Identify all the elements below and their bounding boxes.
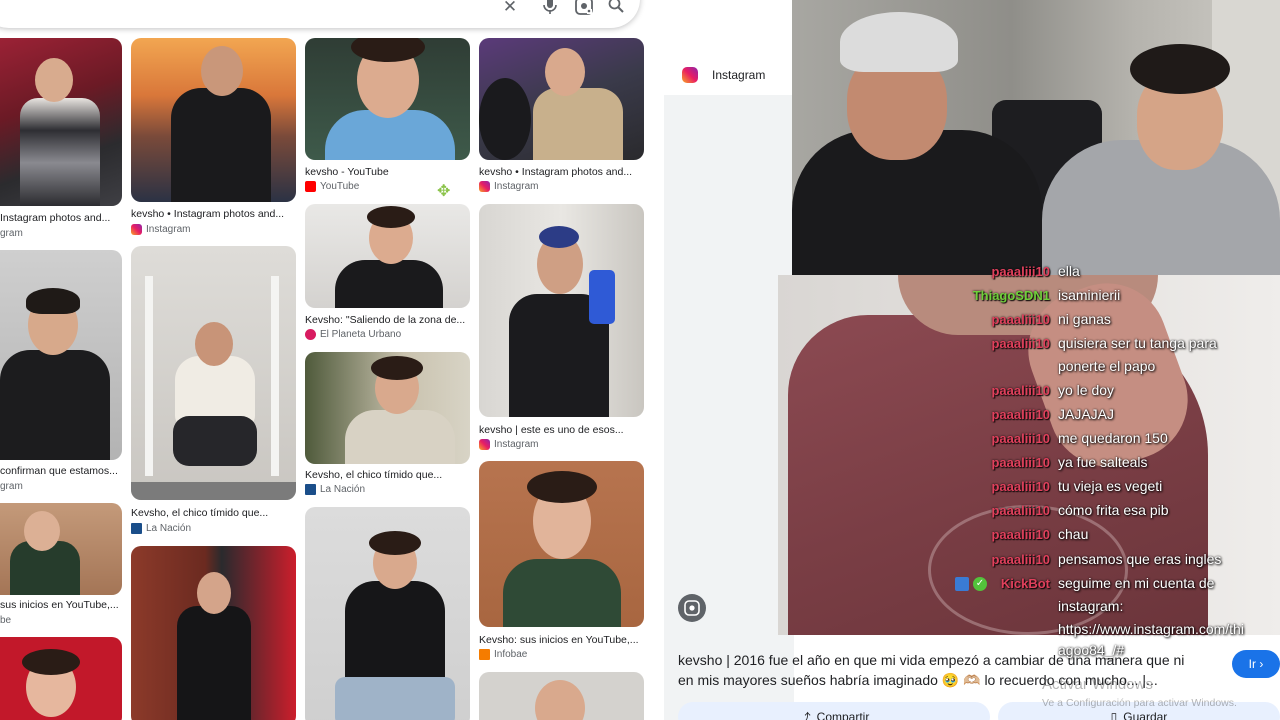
move-cursor-icon: ✥ bbox=[437, 183, 451, 200]
close-icon[interactable]: ✕ bbox=[500, 0, 520, 17]
instagram-icon bbox=[682, 67, 698, 83]
instagram-favicon-icon bbox=[479, 181, 490, 192]
result-thumbnail[interactable] bbox=[305, 38, 470, 160]
preview-image[interactable] bbox=[778, 275, 1280, 635]
result-source: gram bbox=[0, 228, 23, 239]
share-label: Compartir bbox=[816, 710, 870, 720]
result-source-label: be bbox=[0, 615, 12, 626]
preview-source-header[interactable]: Instagram bbox=[664, 55, 792, 95]
result-source-label: Instagram bbox=[146, 224, 191, 235]
result-source: La Nación bbox=[131, 523, 191, 534]
result-source-label: El Planeta Urbano bbox=[320, 329, 402, 340]
webcam-overlay bbox=[792, 0, 1280, 275]
result-source-label: gram bbox=[0, 228, 23, 239]
la-nacion-favicon-icon bbox=[131, 523, 142, 534]
bookmark-icon: ▯ bbox=[1110, 710, 1118, 720]
result-thumbnail[interactable] bbox=[0, 503, 122, 595]
result-source: YouTube bbox=[305, 181, 359, 192]
result-source: gram bbox=[0, 481, 23, 492]
result-caption[interactable]: confirman que estamos... bbox=[0, 465, 120, 477]
youtube-favicon-icon bbox=[305, 181, 316, 192]
result-source-label: Instagram bbox=[494, 181, 539, 192]
result-source: El Planeta Urbano bbox=[305, 329, 401, 340]
result-source-label: YouTube bbox=[320, 181, 360, 192]
windows-activation-subtitle: Ve a Configuración para activar Windows. bbox=[1042, 697, 1237, 709]
infobae-favicon-icon bbox=[479, 649, 490, 660]
result-thumbnail[interactable] bbox=[131, 246, 296, 500]
result-thumbnail[interactable] bbox=[479, 672, 644, 720]
result-thumbnail[interactable] bbox=[305, 507, 470, 720]
result-thumbnail[interactable] bbox=[0, 38, 122, 206]
save-label: Guardar bbox=[1123, 710, 1168, 720]
search-icon[interactable] bbox=[606, 0, 626, 17]
result-caption[interactable]: kevsho | este es uno de esos... bbox=[479, 424, 639, 436]
result-source-label: gram bbox=[0, 481, 23, 492]
result-source: Instagram bbox=[479, 439, 538, 450]
lens-icon[interactable] bbox=[574, 0, 594, 17]
result-caption[interactable]: kevsho • Instagram photos and... bbox=[479, 166, 639, 178]
result-thumbnail[interactable] bbox=[305, 204, 470, 308]
result-caption[interactable]: Kevsho, el chico tímido que... bbox=[305, 469, 465, 481]
result-source: Infobae bbox=[479, 649, 527, 660]
result-caption[interactable]: kevsho - YouTube bbox=[305, 166, 465, 178]
result-caption[interactable]: Kevsho, el chico tímido que... bbox=[131, 507, 291, 519]
result-thumbnail[interactable] bbox=[479, 38, 644, 160]
image-results-grid: Instagram photos and... gram confirman q… bbox=[0, 0, 660, 720]
result-thumbnail[interactable] bbox=[131, 546, 296, 720]
la-nacion-favicon-icon bbox=[305, 484, 316, 495]
result-thumbnail[interactable] bbox=[0, 637, 122, 720]
result-source-label: Instagram bbox=[494, 439, 539, 450]
result-source-label: Infobae bbox=[494, 649, 528, 660]
share-icon: ⤴ bbox=[798, 710, 811, 720]
result-thumbnail[interactable] bbox=[479, 204, 644, 417]
result-source: Instagram bbox=[131, 224, 190, 235]
result-source: La Nación bbox=[305, 484, 365, 495]
result-thumbnail[interactable] bbox=[479, 461, 644, 627]
result-caption[interactable]: Instagram photos and... bbox=[0, 212, 120, 224]
result-thumbnail[interactable] bbox=[131, 38, 296, 202]
result-source: be bbox=[0, 615, 11, 626]
planeta-urbano-favicon-icon bbox=[305, 329, 316, 340]
result-source-label: La Nación bbox=[320, 484, 366, 495]
result-caption[interactable]: Kevsho: "Saliendo de la zona de... bbox=[305, 314, 470, 326]
result-caption[interactable]: Kevsho: sus inicios en YouTube,... bbox=[479, 634, 644, 646]
result-source: Instagram bbox=[479, 181, 538, 192]
result-source-label: La Nación bbox=[146, 523, 192, 534]
result-caption[interactable]: kevsho • Instagram photos and... bbox=[131, 208, 291, 220]
visit-button[interactable]: Ir › bbox=[1232, 650, 1280, 678]
instagram-favicon-icon bbox=[131, 224, 142, 235]
instagram-favicon-icon bbox=[479, 439, 490, 450]
windows-activation-title: Activar Windows bbox=[1042, 676, 1153, 693]
preview-source-name: Instagram bbox=[712, 68, 766, 82]
share-button[interactable]: ⤴ Compartir bbox=[678, 702, 990, 720]
result-caption[interactable]: sus inicios en YouTube,... bbox=[0, 599, 120, 611]
mic-icon[interactable] bbox=[540, 0, 560, 17]
visual-search-button[interactable] bbox=[678, 594, 706, 622]
preview-panel bbox=[664, 55, 794, 720]
result-thumbnail[interactable] bbox=[305, 352, 470, 464]
result-thumbnail[interactable] bbox=[0, 250, 122, 460]
